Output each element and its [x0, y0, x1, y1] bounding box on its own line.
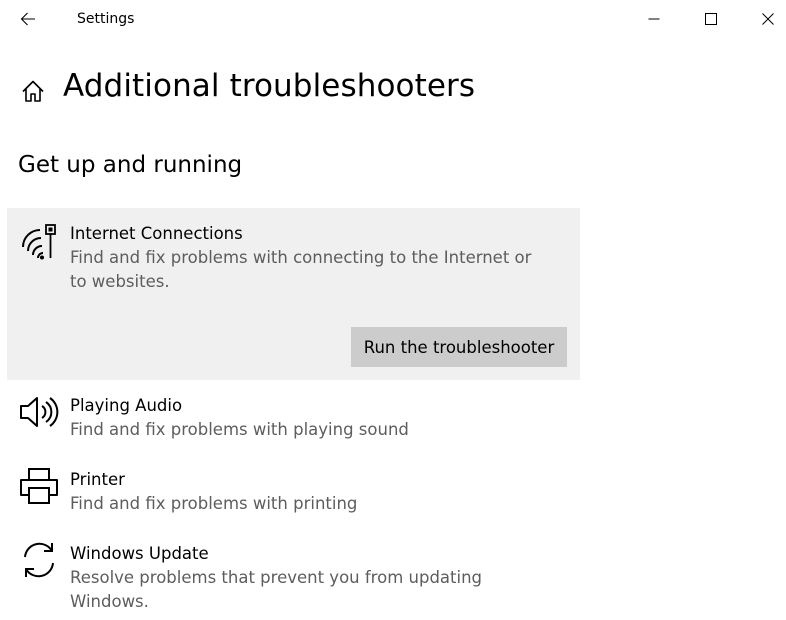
maximize-button[interactable]	[691, 4, 731, 34]
item-description: Find and fix problems with connecting to…	[70, 248, 532, 291]
settings-window: Settings Additional troubleshooters Get …	[0, 0, 786, 620]
item-description: Find and fix problems with playing sound	[70, 420, 409, 439]
page-title: Additional troubleshooters	[63, 68, 476, 104]
troubleshooter-printer[interactable]: Printer Find and fix problems with print…	[7, 462, 580, 524]
troubleshooter-internet-connections[interactable]: Internet Connections Find and fix proble…	[7, 208, 580, 380]
maximize-icon	[705, 13, 717, 25]
minimize-button[interactable]	[634, 4, 674, 34]
sync-icon	[19, 540, 59, 580]
troubleshooter-playing-audio[interactable]: Playing Audio Find and fix problems with…	[7, 388, 580, 450]
home-icon	[22, 80, 44, 102]
title-bar: Settings	[0, 0, 786, 38]
run-troubleshooter-button[interactable]: Run the troubleshooter	[351, 327, 567, 367]
minimize-icon	[648, 18, 660, 20]
item-description: Resolve problems that prevent you from u…	[70, 568, 483, 611]
back-button[interactable]	[12, 4, 44, 34]
back-arrow-icon	[20, 12, 35, 26]
section-title: Get up and running	[18, 152, 243, 178]
printer-icon	[19, 466, 59, 506]
item-name: Playing Audio	[70, 396, 183, 415]
close-icon	[762, 13, 774, 25]
wifi-network-icon	[19, 222, 59, 262]
speaker-icon	[19, 392, 59, 432]
troubleshooter-windows-update[interactable]: Windows Update Resolve problems that pre…	[7, 536, 580, 611]
item-name: Internet Connections	[70, 224, 243, 243]
item-name: Windows Update	[70, 544, 209, 563]
item-description: Find and fix problems with printing	[70, 494, 358, 513]
item-name: Printer	[70, 470, 125, 489]
home-button[interactable]	[20, 78, 46, 104]
app-title: Settings	[77, 11, 135, 27]
close-button[interactable]	[748, 4, 786, 34]
